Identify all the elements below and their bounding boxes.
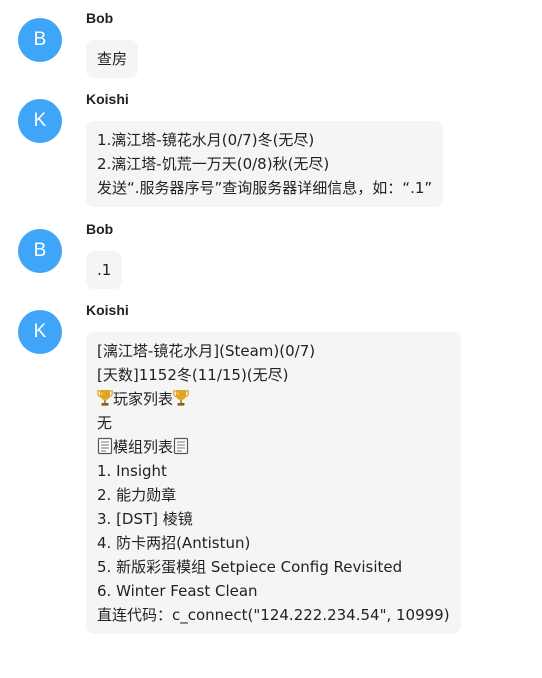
mod-list-label: 模组列表 <box>113 438 174 456</box>
mod-item: 5. 新版彩蛋模组 Setpiece Config Revisited <box>97 558 403 576</box>
sender-name: Bob <box>86 10 114 26</box>
message-bubble: [漓江塔-镜花水月](Steam)(0/7) [天数]1152冬(11/15)(… <box>86 332 461 634</box>
connect-code: 直连代码：c_connect("124.222.234.54", 10999) <box>97 606 450 624</box>
avatar[interactable]: K <box>18 310 62 354</box>
message-bubble: 1.漓江塔-镜花水月(0/7)冬(无尽) 2.漓江塔-饥荒一万天(0/8)秋(无… <box>86 121 444 207</box>
message-line: 2.漓江塔-饥荒一万天(0/8)秋(无尽) <box>97 155 330 173</box>
mod-list-heading: 模组列表 <box>97 435 450 459</box>
message-bubble: .1 <box>86 251 123 289</box>
trophy-icon <box>97 389 113 407</box>
scroll-icon <box>173 437 189 455</box>
mod-item: 2. 能力勋章 <box>97 486 177 504</box>
message-line: 查房 <box>97 50 128 68</box>
message-line: [天数]1152冬(11/15)(无尽) <box>97 366 289 384</box>
avatar[interactable]: B <box>18 229 62 273</box>
avatar[interactable]: B <box>18 18 62 62</box>
mod-item: 4. 防卡两招(Antistun) <box>97 534 251 552</box>
sender-name: Koishi <box>86 302 129 318</box>
message-bubble: 查房 <box>86 40 139 78</box>
chat-log: B Bob 查房 K Koishi 1.漓江塔-镜花水月(0/7)冬(无尽) 2… <box>0 0 542 678</box>
message-line: 1.漓江塔-镜花水月(0/7)冬(无尽) <box>97 131 315 149</box>
trophy-icon <box>173 389 189 407</box>
sender-name: Bob <box>86 221 114 237</box>
scroll-icon <box>97 437 113 455</box>
message-line: .1 <box>97 261 112 279</box>
player-list-label: 玩家列表 <box>113 390 174 408</box>
mod-item: 1. Insight <box>97 462 167 480</box>
mod-item: 6. Winter Feast Clean <box>97 582 258 600</box>
mod-item: 3. [DST] 棱镜 <box>97 510 193 528</box>
player-list-heading: 玩家列表 <box>97 387 450 411</box>
message-line: 发送“.服务器序号”查询服务器详细信息，如：“.1” <box>97 179 433 197</box>
message-line: 无 <box>97 414 113 432</box>
avatar[interactable]: K <box>18 99 62 143</box>
sender-name: Koishi <box>86 91 129 107</box>
message-line: [漓江塔-镜花水月](Steam)(0/7) <box>97 342 316 360</box>
